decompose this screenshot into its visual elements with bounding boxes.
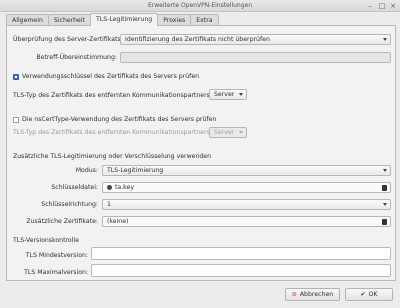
tls-version-section-title: TLS-Versionskontrolle [13,237,79,244]
server-cert-select[interactable]: Identifizierung des Zertifikats nicht üb… [120,34,391,45]
tls-min-label: TLS Mindestversion: [25,252,88,259]
tls-max-field[interactable] [91,264,391,277]
ns-cert-checkbox[interactable] [13,117,19,123]
ns-cert-tls-type-label: TLS-Typ des Zertifikats des entfernten K… [13,129,212,136]
tls-auth-section-title: Zusätzliche TLS-Legitimierung oder Versc… [13,153,212,160]
mode-select[interactable]: TLS-Legitimierung [102,165,391,176]
chevron-down-icon [239,93,243,96]
cancel-button[interactable]: ⊘ Abbrechen [285,288,340,301]
tls-max-label: TLS Maximalversion: [24,269,88,276]
subject-match-label: Betreff-Übereinstimmung: [36,54,117,61]
extra-certs-label: Zusätzliche Zertifikate: [26,218,98,225]
chevron-down-icon [383,203,387,206]
file-chooser-icon [382,185,387,191]
file-chooser-icon [382,219,387,225]
extra-certs-chooser[interactable]: (keine) [102,216,391,227]
ok-button[interactable]: ✔ OK [345,288,393,301]
key-usage-tls-type-select[interactable]: Server [209,89,247,100]
keyfile-label: Schlüsseldatei: [51,184,98,191]
tab-panel: Überprüfung des Server-Zertifikats: Iden… [6,25,396,281]
key-usage-checkbox[interactable] [13,74,19,80]
ns-cert-label: Die nsCertType-Verwendung des Zertifikat… [22,116,217,123]
mode-label: Modus: [75,167,98,174]
cancel-icon: ⊘ [291,291,297,298]
key-file-icon [107,185,112,190]
direction-label: Schlüsselrichtung: [41,201,98,208]
direction-select[interactable]: 1 [102,199,391,210]
subject-match-field[interactable] [120,52,391,63]
chevron-down-icon [383,38,387,41]
minimize-icon[interactable]: – [366,2,374,10]
window-title: Erweiterte OpenVPN-Einstellungen [147,2,253,9]
server-cert-label: Überprüfung des Server-Zertifikats: [13,36,123,43]
window-titlebar: Erweiterte OpenVPN-Einstellungen – □ × [0,0,400,12]
tls-min-field[interactable] [91,247,391,260]
chevron-down-icon [239,131,243,134]
maximize-icon[interactable]: □ [378,2,386,10]
ns-cert-tls-type-select: Server [209,127,247,138]
key-usage-label: Verwendungsschlüssel des Zertifikats des… [22,73,200,80]
close-icon[interactable]: × [389,2,397,10]
key-usage-tls-type-label: TLS-Typ des Zertifikats des entfernten K… [13,92,212,99]
chevron-down-icon [383,169,387,172]
tab-tls-legitimierung[interactable]: TLS-Legitimierung [89,13,159,26]
checkmark-icon: ✔ [360,291,366,298]
server-cert-value: Identifizierung des Zertifikats nicht üb… [125,36,270,43]
keyfile-chooser[interactable]: ta.key [102,182,391,193]
